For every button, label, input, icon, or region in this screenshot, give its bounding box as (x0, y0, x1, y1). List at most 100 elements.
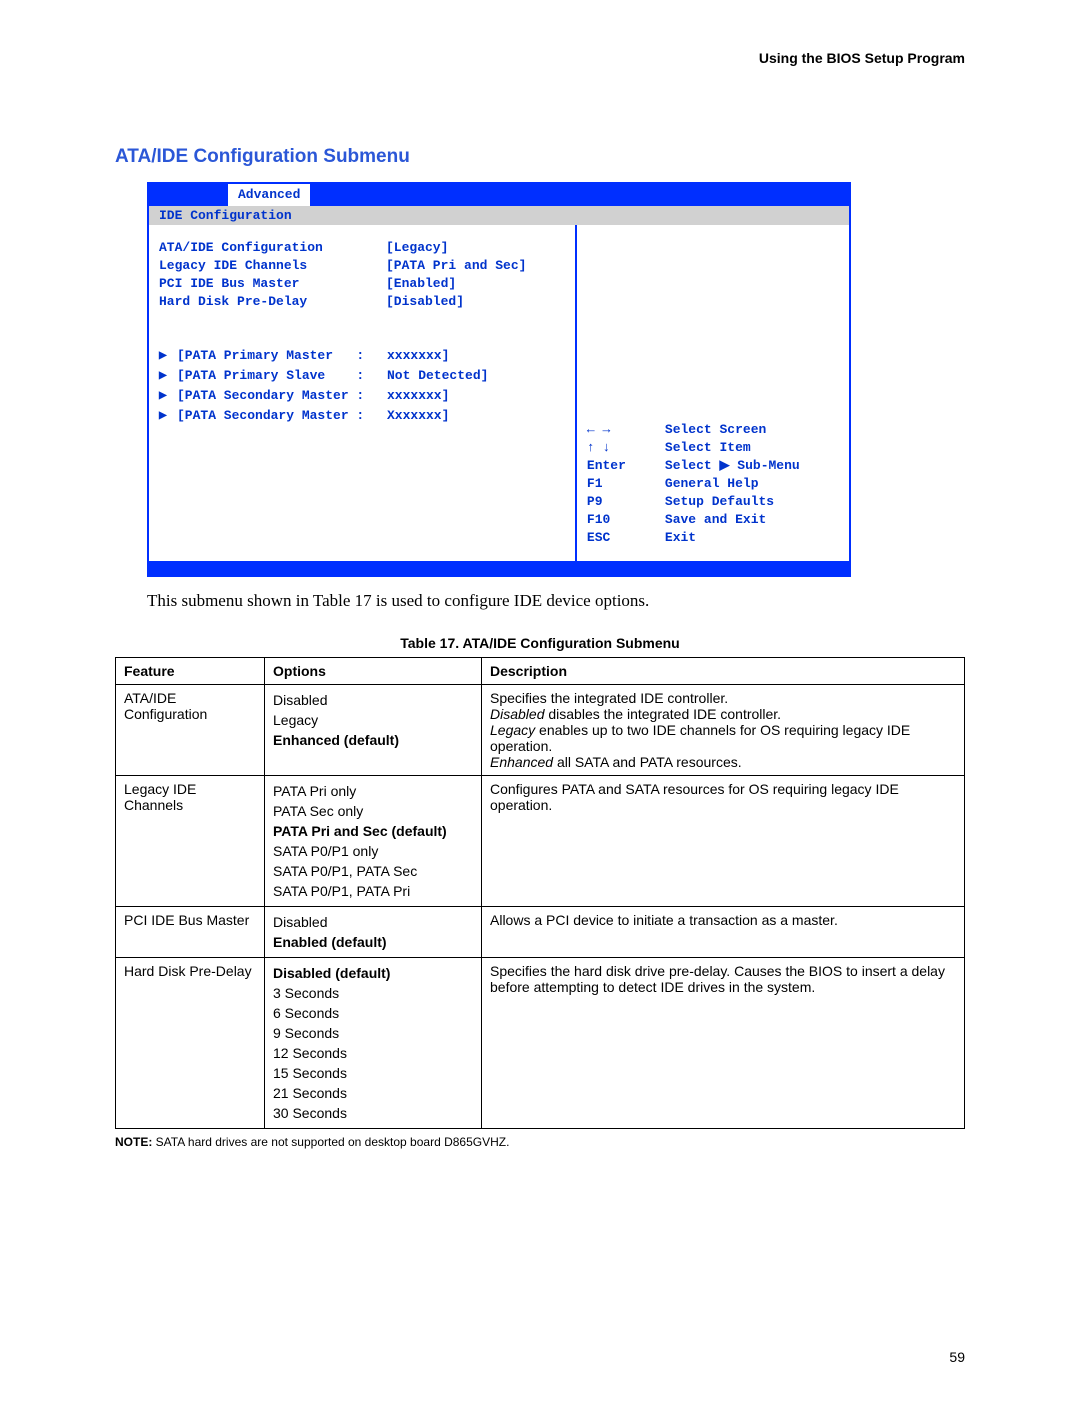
note-text: SATA hard drives are not supported on de… (156, 1135, 510, 1149)
table-caption: Table 17. ATA/IDE Configuration Submenu (115, 635, 965, 651)
help-key: F1 (587, 475, 665, 493)
th-feature: Feature (116, 658, 265, 685)
option-value: 3 Seconds (273, 983, 473, 1003)
cell-options: PATA Pri onlyPATA Sec onlyPATA Pri and S… (265, 776, 482, 907)
option-value: 12 Seconds (273, 1043, 473, 1063)
help-row: P9 Setup Defaults (587, 493, 839, 511)
section-title: ATA/IDE Configuration Submenu (115, 146, 965, 168)
option-value: Enhanced (default) (273, 730, 473, 750)
help-key: F10 (587, 511, 665, 529)
submenu-icon (159, 347, 177, 367)
cell-description: Configures PATA and SATA resources for O… (482, 776, 965, 907)
option-value: PATA Pri only (273, 781, 473, 801)
device-value: Not Detected] (387, 367, 488, 385)
bios-right-pane: ← → Select Screen ↑ ↓ Select Item Enter … (577, 225, 849, 561)
help-desc: Select Screen (665, 421, 766, 439)
note-label: NOTE: (115, 1135, 156, 1149)
table-header-row: Feature Options Description (116, 658, 965, 685)
help-row: ESC Exit (587, 529, 839, 547)
help-desc: Select Item (665, 439, 751, 457)
page: Using the BIOS Setup Program ATA/IDE Con… (0, 0, 1080, 1415)
option-value: Legacy (273, 710, 473, 730)
setting-label: Hard Disk Pre-Delay (159, 293, 386, 311)
option-value: SATA P0/P1 only (273, 841, 473, 861)
cell-feature: ATA/IDE Configuration (116, 685, 265, 776)
setting-value: [PATA Pri and Sec] (386, 257, 526, 275)
cell-options: DisabledEnabled (default) (265, 907, 482, 958)
help-desc: Setup Defaults (665, 493, 774, 511)
cell-options: DisabledLegacyEnhanced (default) (265, 685, 482, 776)
setting-row[interactable]: PCI IDE Bus Master [Enabled] (159, 275, 565, 293)
help-desc: General Help (665, 475, 759, 493)
help-desc: Save and Exit (665, 511, 766, 529)
help-key: ← → (587, 421, 665, 439)
option-value: Disabled (273, 912, 473, 932)
help-row: Enter Select ▶ Sub-Menu (587, 457, 839, 475)
cell-feature: Hard Disk Pre-Delay (116, 958, 265, 1129)
option-value: 6 Seconds (273, 1003, 473, 1023)
bios-screen: Advanced IDE Configuration ATA/IDE Confi… (147, 182, 851, 577)
device-label: [PATA Primary Master : (177, 347, 387, 365)
device-row[interactable]: [PATA Secondary Master : xxxxxxx] (159, 387, 565, 407)
bios-subtitle: IDE Configuration (149, 206, 849, 225)
option-value: Enabled (default) (273, 932, 473, 952)
setting-row[interactable]: Hard Disk Pre-Delay [Disabled] (159, 293, 565, 311)
th-options: Options (265, 658, 482, 685)
table-row: PCI IDE Bus MasterDisabledEnabled (defau… (116, 907, 965, 958)
device-label: [PATA Secondary Master : (177, 387, 387, 405)
note: NOTE: SATA hard drives are not supported… (115, 1135, 965, 1149)
option-value: PATA Pri and Sec (default) (273, 821, 473, 841)
device-row[interactable]: [PATA Secondary Master : Xxxxxxx] (159, 407, 565, 427)
submenu-icon (159, 407, 177, 427)
bios-tab-row: Advanced (149, 184, 849, 206)
option-value: 9 Seconds (273, 1023, 473, 1043)
setting-row[interactable]: ATA/IDE Configuration [Legacy] (159, 239, 565, 257)
device-value: xxxxxxx] (387, 387, 449, 405)
option-value: SATA P0/P1, PATA Pri (273, 881, 473, 901)
submenu-icon (159, 387, 177, 407)
help-row: F10 Save and Exit (587, 511, 839, 529)
help-key: Enter (587, 457, 665, 475)
help-key: P9 (587, 493, 665, 511)
table-row: Legacy IDE ChannelsPATA Pri onlyPATA Sec… (116, 776, 965, 907)
option-value: 30 Seconds (273, 1103, 473, 1123)
setting-value: [Disabled] (386, 293, 464, 311)
submenu-icon (159, 367, 177, 387)
option-value: SATA P0/P1, PATA Sec (273, 861, 473, 881)
device-value: xxxxxxx] (387, 347, 449, 365)
option-value: Disabled (273, 690, 473, 710)
help-row: ← → Select Screen (587, 421, 839, 439)
setting-value: [Enabled] (386, 275, 456, 293)
setting-row[interactable]: Legacy IDE Channels [PATA Pri and Sec] (159, 257, 565, 275)
page-number: 59 (115, 1349, 965, 1365)
th-description: Description (482, 658, 965, 685)
cell-options: Disabled (default)3 Seconds6 Seconds9 Se… (265, 958, 482, 1129)
option-value: 15 Seconds (273, 1063, 473, 1083)
help-desc: Exit (665, 529, 696, 547)
option-value: 21 Seconds (273, 1083, 473, 1103)
device-row[interactable]: [PATA Primary Master : xxxxxxx] (159, 347, 565, 367)
setting-value: [Legacy] (386, 239, 448, 257)
help-row: ↑ ↓ Select Item (587, 439, 839, 457)
table-row: Hard Disk Pre-DelayDisabled (default)3 S… (116, 958, 965, 1129)
bios-left-pane: ATA/IDE Configuration [Legacy] Legacy ID… (149, 225, 577, 561)
cell-description: Specifies the hard disk drive pre-delay.… (482, 958, 965, 1129)
option-value: Disabled (default) (273, 963, 473, 983)
cell-feature: PCI IDE Bus Master (116, 907, 265, 958)
device-value: Xxxxxxx] (387, 407, 449, 425)
table-row: ATA/IDE ConfigurationDisabledLegacyEnhan… (116, 685, 965, 776)
device-label: [PATA Primary Slave : (177, 367, 387, 385)
help-key: ↑ ↓ (587, 439, 665, 457)
tab-advanced[interactable]: Advanced (228, 184, 310, 206)
option-value: PATA Sec only (273, 801, 473, 821)
device-label: [PATA Secondary Master : (177, 407, 387, 425)
setting-label: ATA/IDE Configuration (159, 239, 386, 257)
cell-description: Allows a PCI device to initiate a transa… (482, 907, 965, 958)
help-block: ← → Select Screen ↑ ↓ Select Item Enter … (587, 239, 839, 547)
help-row: F1 General Help (587, 475, 839, 493)
setting-label: PCI IDE Bus Master (159, 275, 386, 293)
help-desc: Select ▶ Sub-Menu (665, 457, 800, 475)
device-row[interactable]: [PATA Primary Slave : Not Detected] (159, 367, 565, 387)
figure-caption: This submenu shown in Table 17 is used t… (147, 591, 847, 611)
cell-feature: Legacy IDE Channels (116, 776, 265, 907)
